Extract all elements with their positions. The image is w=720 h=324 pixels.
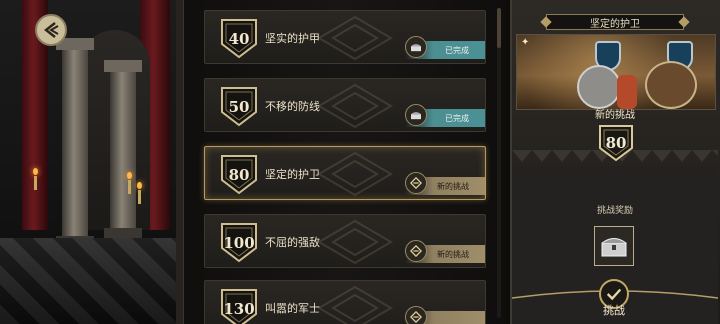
detail-level-value: 80 (605, 134, 627, 152)
scroll-icon (405, 240, 427, 262)
detail-level-badge: 80 (596, 122, 636, 162)
scrollbar[interactable] (497, 8, 501, 318)
list-rail (176, 0, 184, 324)
challenge-card-80[interactable]: 80 坚定的护卫 新的挑战 (204, 146, 486, 200)
level-badge: 100 (219, 221, 259, 263)
status-text: 新的挑战 (437, 249, 469, 259)
game-screen: 40 坚实的护甲 已完成 50 不移的防线 已完成 80 坚定的护卫 新的挑战 … (0, 0, 720, 324)
ornament-motif (317, 285, 393, 324)
chest-icon (405, 36, 427, 58)
challenge-card-40[interactable]: 40 坚实的护甲 已完成 (204, 10, 486, 64)
ornament-motif (317, 15, 393, 61)
status-text: 已完成 (445, 45, 469, 55)
level-badge: 80 (219, 153, 259, 195)
challenge-title: 坚定的护卫 (265, 168, 320, 181)
status-badge: 新的挑战 (405, 240, 485, 263)
challenge-title: 不移的防线 (265, 100, 320, 113)
back-arrow-icon (44, 22, 59, 38)
challenge-card-50[interactable]: 50 不移的防线 已完成 (204, 78, 486, 132)
ornament-motif (317, 83, 393, 129)
challenge-button-label[interactable]: 挑战 (596, 302, 632, 318)
star-icon: ✦ (521, 37, 530, 48)
scroll-icon (405, 306, 427, 324)
level-badge: 50 (219, 85, 259, 127)
level-badge: 130 (219, 287, 259, 324)
reward-label: 挑战奖励 (596, 206, 633, 216)
chest-icon (405, 104, 427, 126)
treasure-chest-icon (601, 238, 627, 257)
status-text: 新的挑战 (437, 181, 469, 191)
status-badge (405, 306, 485, 324)
new-challenge-label: 新的挑战 (595, 110, 635, 121)
ornament-motif (317, 219, 393, 265)
detail-title: 坚定的护卫 (546, 14, 684, 30)
status-badge: 已完成 (405, 104, 485, 127)
challenge-card-130[interactable]: 130 叫嚣的军士 (204, 280, 486, 324)
checkmark-icon (606, 288, 622, 301)
level-value: 130 (223, 300, 255, 318)
back-button[interactable] (35, 14, 67, 46)
challenge-title: 坚实的护甲 (265, 32, 320, 45)
challenge-title: 叫嚣的军士 (265, 302, 320, 315)
scroll-thumb[interactable] (497, 8, 501, 48)
scroll-icon (405, 172, 427, 194)
ornament-motif (317, 151, 393, 197)
status-text: 已完成 (445, 113, 469, 123)
challenge-title: 不屈的强敌 (265, 236, 320, 249)
level-value: 40 (228, 30, 250, 48)
status-badge: 已完成 (405, 36, 485, 59)
challenge-card-100[interactable]: 100 不屈的强敌 新的挑战 (204, 214, 486, 268)
level-value: 50 (228, 98, 250, 116)
level-badge: 40 (219, 17, 259, 59)
challenge-illustration: ✦ (516, 34, 716, 110)
reward-item[interactable] (594, 226, 634, 266)
castle-backdrop (0, 0, 185, 324)
level-value: 100 (223, 234, 255, 252)
status-badge: 新的挑战 (405, 172, 485, 195)
level-value: 80 (228, 166, 250, 184)
